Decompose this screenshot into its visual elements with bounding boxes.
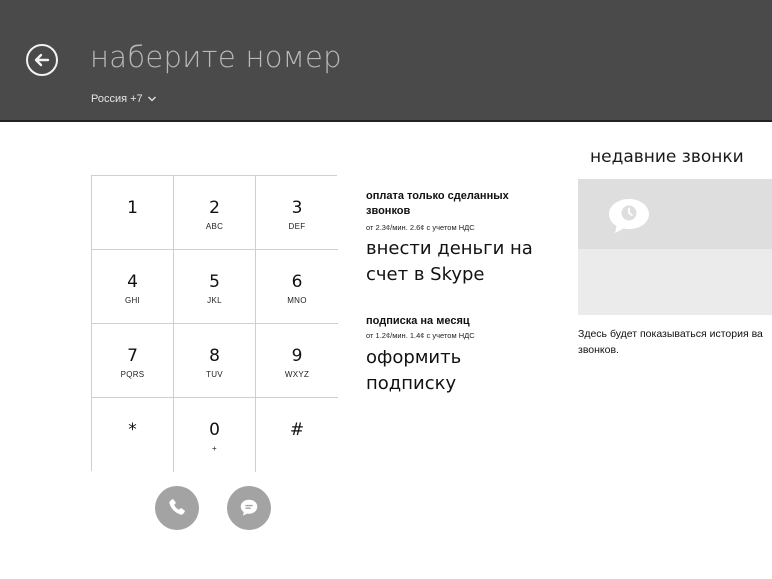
key-8[interactable]: 8 TUV [174, 324, 256, 398]
call-button[interactable] [155, 486, 199, 530]
key-2[interactable]: 2 ABC [174, 176, 256, 250]
recent-calls-title: недавние звонки [590, 147, 744, 167]
key-digit: # [289, 420, 305, 440]
subscription-price: от 1.2¢/мин. 1.4¢ с учетом НДС [366, 331, 475, 340]
chat-bubble-icon [240, 499, 258, 516]
key-letters: WXYZ [284, 370, 310, 379]
key-digit: 6 [291, 272, 303, 292]
key-digit: 4 [127, 272, 138, 292]
key-letters: GHI [124, 296, 141, 305]
key-digit: 9 [291, 346, 303, 366]
key-digit: 1 [127, 198, 138, 218]
key-digit: 3 [291, 198, 303, 218]
key-letters: PQRS [120, 370, 145, 379]
key-letters: + [212, 444, 217, 453]
key-letters: ABC [205, 222, 224, 231]
key-0[interactable]: 0 + [174, 398, 256, 472]
key-5[interactable]: 5 JKL [174, 250, 256, 324]
recent-calls-placeholder-lower [578, 249, 772, 315]
key-letters: DEF [288, 222, 306, 231]
key-7[interactable]: 7 PQRS [92, 324, 174, 398]
country-label: Россия +7 [91, 93, 143, 105]
payg-title: оплата только сделанных звонков [366, 190, 509, 217]
app-header: наберите номер Россия +7 [0, 0, 772, 122]
back-button[interactable] [26, 44, 58, 76]
key-digit: 0 [209, 420, 220, 440]
key-6[interactable]: 6 MNO [256, 250, 338, 324]
payg-price: от 2.3¢/мин. 2.6¢ с учетом НДС [366, 223, 475, 232]
key-9[interactable]: 9 WXYZ [256, 324, 338, 398]
key-digit: 7 [127, 346, 138, 366]
chevron-down-icon [147, 96, 156, 102]
key-digit: 5 [209, 272, 220, 292]
key-hash[interactable]: # [256, 398, 338, 472]
page-title: наберите номер [90, 40, 342, 74]
country-selector[interactable]: Россия +7 [91, 93, 157, 105]
subscribe-link[interactable]: оформить подписку [366, 345, 526, 397]
key-3[interactable]: 3 DEF [256, 176, 338, 250]
key-digit: 2 [209, 198, 220, 218]
key-letters: MNO [287, 296, 307, 305]
add-credit-link[interactable]: внести деньги на счет в Skype [366, 236, 546, 288]
key-letters: JKL [207, 296, 222, 305]
message-button[interactable] [227, 486, 271, 530]
clock-bubble-icon [609, 199, 649, 233]
phone-icon [169, 499, 185, 515]
key-letters: TUV [206, 370, 223, 379]
key-1[interactable]: 1 [92, 176, 174, 250]
key-digit: 8 [209, 346, 220, 366]
key-digit: * [128, 420, 137, 440]
dial-keypad: 1 2 ABC 3 DEF 4 GHI 5 JKL 6 MNO 7 PQRS 8 TUV 9 W… [91, 175, 338, 472]
subscription-title: подписка на месяц [366, 315, 470, 327]
recent-calls-empty-text: Здесь будет показываться история ва звон… [578, 328, 763, 356]
back-arrow-icon [34, 53, 50, 67]
key-star[interactable]: * [92, 398, 174, 472]
key-4[interactable]: 4 GHI [92, 250, 174, 324]
